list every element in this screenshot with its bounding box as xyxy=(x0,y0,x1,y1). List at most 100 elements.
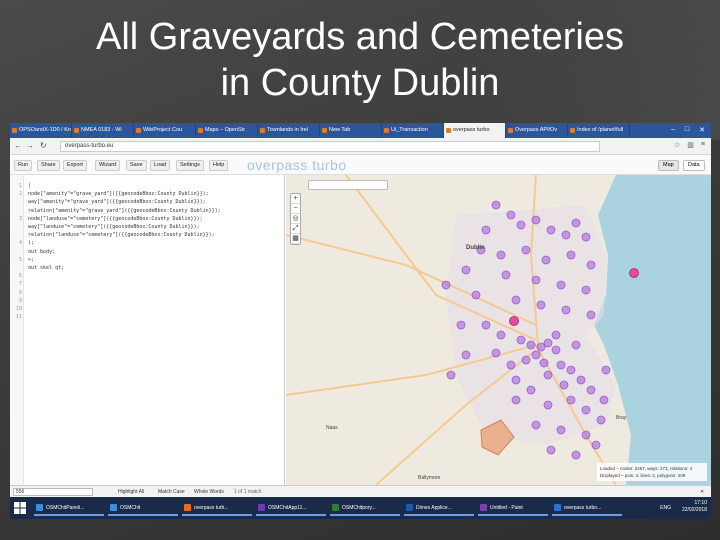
windows-taskbar: 17:10 22/02/2018 ENG OSMChitPaneli... OSM… xyxy=(10,497,711,519)
taskbar-clock[interactable]: 17:10 22/02/2018 xyxy=(682,500,707,514)
taskbar-item[interactable]: Untitled - Paint xyxy=(478,500,548,516)
maximize-icon[interactable]: □ xyxy=(685,126,689,138)
browser-tab[interactable]: NMEA 0183 - Wi xyxy=(72,123,134,138)
data-tab[interactable]: Data xyxy=(683,160,705,171)
code-line[interactable]: way["landuse"="cemetery"]({{geocodeBbox:… xyxy=(28,224,200,230)
whole-words-toggle[interactable]: Whole Words xyxy=(194,489,224,495)
line-number: 2 xyxy=(18,191,22,198)
map-tab[interactable]: Map xyxy=(658,160,679,171)
map-marker xyxy=(566,365,576,375)
library-icon[interactable]: ▥ xyxy=(687,141,694,149)
taskbar-app-icon xyxy=(554,504,561,511)
taskbar-app-icon xyxy=(480,504,487,511)
line-number: 10 xyxy=(15,306,22,312)
taskbar-item[interactable]: OSMChitPaneli... xyxy=(34,500,104,516)
browser-tab[interactable]: Overpass API/Ov xyxy=(506,123,568,138)
browser-tab[interactable]: OPSOandX-1D0 / Kn xyxy=(10,123,72,138)
browser-tab[interactable]: Townlands in Irel xyxy=(258,123,320,138)
taskbar-item-label: overpass turbo... xyxy=(564,505,602,511)
load-button[interactable]: Load xyxy=(150,160,171,171)
map-marker xyxy=(531,275,541,285)
settings-button[interactable]: Settings xyxy=(176,160,204,171)
map-marker xyxy=(481,320,491,330)
taskbar-item[interactable]: Dimes Applice... xyxy=(404,500,474,516)
browser-tab-bar: OPSOandX-1D0 / Kn NMEA 0183 - Wi WikiProje… xyxy=(10,123,711,138)
map-marker xyxy=(601,365,611,375)
export-button[interactable]: Export xyxy=(63,160,87,171)
run-button[interactable]: Run xyxy=(14,160,33,171)
map-marker xyxy=(461,350,471,360)
zoom-out-icon[interactable]: − xyxy=(291,204,300,214)
map-marker xyxy=(526,385,536,395)
browser-tab[interactable]: Index of /planet/full xyxy=(568,123,630,138)
map-marker xyxy=(531,350,541,360)
taskbar-item[interactable]: OSMChit xyxy=(108,500,178,516)
browser-tab[interactable]: New Tab xyxy=(320,123,382,138)
save-button[interactable]: Save xyxy=(126,160,147,171)
browser-tab[interactable]: overpass turbo xyxy=(444,123,506,138)
code-line[interactable]: node["landuse"="cemetery"]({{geocodeBbox… xyxy=(28,216,203,222)
back-icon[interactable]: ← xyxy=(14,141,22,150)
line-number: 8 xyxy=(18,289,22,296)
query-editor[interactable]: 1 (2 node["amenity"="grave_yard"]({{geocod… xyxy=(10,175,285,485)
taskbar-item[interactable]: OSMChitApp11... xyxy=(256,500,326,516)
code-line[interactable]: out skel qt; xyxy=(28,265,64,271)
tab-favicon-icon xyxy=(12,128,17,133)
browser-tab[interactable]: Maps – OpenStr xyxy=(196,123,258,138)
code-line[interactable]: >; xyxy=(28,257,34,263)
taskbar-item-label: OSMChitpory... xyxy=(342,505,376,511)
forward-icon[interactable]: → xyxy=(26,141,34,150)
map-view[interactable]: + − ◎ ⤢ ▦ Dublin Naas Bray Ballymore Loa… xyxy=(286,175,711,485)
map-marker xyxy=(531,215,541,225)
map-marker xyxy=(561,305,571,315)
fit-data-icon[interactable]: ⤢ xyxy=(291,224,300,234)
find-close-icon[interactable]: ✕ xyxy=(700,489,704,495)
help-button[interactable]: Help xyxy=(209,160,229,171)
map-marker xyxy=(586,310,596,320)
tab-favicon-icon xyxy=(322,128,327,133)
tab-label: Townlands in Irel xyxy=(267,127,308,133)
taskbar-item[interactable]: overpass turb... xyxy=(182,500,252,516)
taskbar-item[interactable]: overpass turbo... xyxy=(552,500,622,516)
code-line[interactable]: relation["amenity"="grave_yard"]({{geoco… xyxy=(28,208,221,214)
zoom-in-icon[interactable]: + xyxy=(291,194,300,204)
layers-icon[interactable]: ▦ xyxy=(291,234,300,244)
language-indicator[interactable]: ENG xyxy=(660,505,671,511)
highlight-all-toggle[interactable]: Highlight All xyxy=(118,489,144,495)
match-case-toggle[interactable]: Match Case xyxy=(158,489,185,495)
bookmark-icon[interactable]: ☆ xyxy=(674,141,680,149)
minimize-icon[interactable]: – xyxy=(671,126,675,138)
menu-icon[interactable]: ≡ xyxy=(701,141,705,149)
close-icon[interactable]: ✕ xyxy=(699,126,705,138)
find-input[interactable]: 556 xyxy=(13,488,93,496)
sea-area xyxy=(594,175,711,485)
code-line[interactable]: out body; xyxy=(28,249,55,255)
code-line[interactable]: ( xyxy=(28,183,31,189)
code-line[interactable]: ); xyxy=(28,240,34,246)
browser-tab[interactable]: Ui_Transaction xyxy=(382,123,444,138)
map-canvas xyxy=(286,175,711,485)
taskbar-item[interactable]: OSMChitpory... xyxy=(330,500,400,516)
windows-start-icon[interactable] xyxy=(14,502,26,514)
slide-title-line2: in County Dublin xyxy=(220,62,500,104)
map-marker xyxy=(581,405,591,415)
overpass-toolbar: Run Share Export Wizard Save Load Settin… xyxy=(10,155,711,175)
code-line[interactable]: relation["landuse"="cemetery"]({{geocode… xyxy=(28,232,215,238)
taskbar-app-icon xyxy=(332,504,339,511)
line-number: 3 xyxy=(18,215,22,222)
share-button[interactable]: Share xyxy=(37,160,60,171)
url-input[interactable]: overpass-turbo.eu xyxy=(60,141,600,152)
tab-favicon-icon xyxy=(508,128,513,133)
line-number: 11 xyxy=(15,314,22,321)
place-label-bray: Bray xyxy=(616,415,627,421)
map-search-input[interactable] xyxy=(308,180,388,190)
code-line[interactable]: way["amenity"="grave_yard"]({{geocodeBbo… xyxy=(28,199,206,205)
reload-icon[interactable]: ↻ xyxy=(40,141,47,150)
line-number: 5 xyxy=(18,256,22,263)
wizard-button[interactable]: Wizard xyxy=(95,160,121,171)
line-number: 4 xyxy=(18,240,22,247)
code-line[interactable]: node["amenity"="grave_yard"]({{geocodeBb… xyxy=(28,191,209,197)
locate-icon[interactable]: ◎ xyxy=(291,214,300,224)
browser-tab[interactable]: WikiProject Cou xyxy=(134,123,196,138)
map-marker xyxy=(546,445,556,455)
